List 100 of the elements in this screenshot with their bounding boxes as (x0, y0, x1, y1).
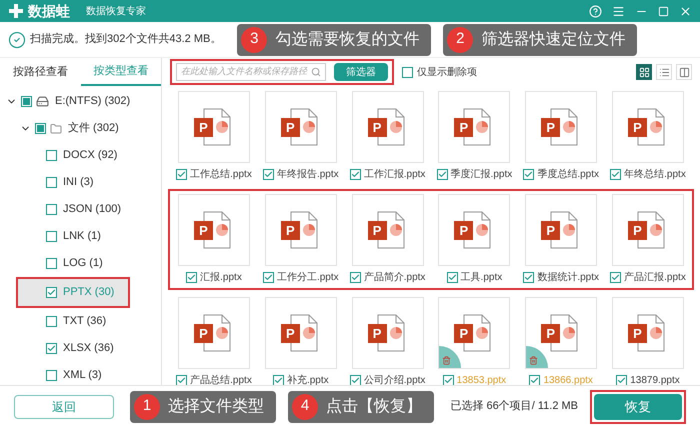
file-thumbnail[interactable]: P (438, 194, 510, 266)
icon-letter: P (194, 221, 213, 240)
checkbox[interactable] (436, 168, 448, 180)
file-thumbnail[interactable]: P (178, 297, 250, 369)
back-button[interactable]: 返回 (14, 394, 114, 418)
file-thumbnail[interactable]: P (178, 194, 250, 266)
checkbox[interactable] (21, 96, 32, 107)
icon-letter: P (541, 118, 560, 137)
tree-item[interactable]: LOG (1) (0, 250, 161, 277)
checkbox[interactable] (272, 374, 284, 386)
filter-button[interactable]: 筛选器 (334, 63, 388, 81)
file-thumbnail[interactable]: P (352, 194, 424, 266)
file-thumbnail[interactable]: P (264, 91, 337, 163)
menu-icon[interactable] (612, 4, 625, 18)
file-name: 13879.pptx (630, 374, 680, 388)
icon-letter: P (454, 324, 474, 343)
step-number-badge: 3 (241, 26, 268, 52)
list-view-icon[interactable] (656, 64, 672, 80)
icon-letter: P (628, 324, 647, 343)
icon-letter: P (280, 324, 300, 343)
file-thumbnail[interactable]: P (612, 91, 684, 163)
file-name: 工作总结.pptx (190, 168, 252, 182)
file-thumbnail[interactable]: P (612, 194, 684, 266)
checkbox[interactable] (46, 258, 57, 269)
tree-item[interactable]: JSON (100) (0, 196, 161, 223)
file-thumbnail[interactable]: P (178, 91, 250, 163)
checkbox[interactable] (46, 177, 57, 188)
file-thumbnail[interactable]: P (438, 297, 510, 369)
tree-item[interactable]: DOCX (92) (0, 142, 161, 169)
file-thumbnail[interactable]: P (264, 194, 337, 266)
icon-letter: P (280, 118, 300, 137)
checkbox[interactable] (46, 231, 57, 242)
file-name: 公司介绍.pptx (364, 374, 426, 388)
checkbox[interactable] (46, 287, 57, 298)
checkbox[interactable] (523, 272, 534, 282)
file-name: 工作汇报.pptx (364, 168, 426, 182)
checkbox[interactable] (262, 272, 274, 282)
tree-item[interactable]: E:(NTFS) (302) (0, 88, 161, 115)
checkbox[interactable] (402, 66, 413, 78)
tree-item[interactable]: TXT (36) (0, 308, 161, 335)
file-thumbnail[interactable]: P (612, 297, 684, 369)
tree-item[interactable]: LNK (1) (0, 223, 161, 250)
checkbox[interactable] (523, 168, 534, 180)
app-subtitle: 数据恢复专家 (86, 4, 146, 18)
drive-icon (36, 95, 49, 108)
file-thumbnail[interactable]: P (525, 297, 598, 369)
view-tab[interactable]: 按类型查看 (80, 58, 161, 86)
columns-view-icon[interactable] (676, 64, 692, 80)
checkbox[interactable] (46, 150, 57, 161)
close-icon[interactable] (679, 4, 692, 18)
search-field[interactable]: 在此处输入文件名称或保存路径 (176, 63, 326, 81)
step-number-badge: 1 (134, 394, 160, 420)
callout-text: 选择文件类型 (168, 396, 264, 416)
checkbox[interactable] (446, 272, 458, 282)
icon-letter: P (368, 324, 387, 343)
checkbox[interactable] (186, 272, 198, 282)
checkbox[interactable] (46, 204, 57, 215)
checkbox[interactable] (350, 168, 361, 180)
tree-item[interactable]: XML (3) (0, 362, 161, 389)
icon-letter: P (541, 324, 560, 343)
file-thumbnail[interactable]: P (525, 91, 598, 163)
checkbox[interactable] (616, 374, 628, 386)
icon-letter: P (368, 221, 387, 240)
icon-letter: P (194, 118, 213, 137)
file-name: 汇报.pptx (200, 270, 242, 284)
checkbox[interactable] (35, 123, 46, 134)
icon-letter: P (628, 221, 647, 240)
checkbox[interactable] (529, 374, 540, 386)
callout-text: 勾选需要恢复的文件 (275, 30, 420, 50)
checkbox[interactable] (176, 168, 188, 180)
checkbox[interactable] (46, 343, 57, 354)
view-tab[interactable]: 按路径查看 (0, 58, 80, 86)
checkbox[interactable] (350, 374, 361, 386)
checkbox[interactable] (46, 370, 57, 381)
checkbox[interactable] (176, 374, 188, 386)
checkbox[interactable] (262, 168, 274, 180)
file-name: 13853.pptx (456, 374, 506, 388)
tree-item[interactable]: PPTX (30) (18, 279, 128, 306)
file-thumbnail[interactable]: P (525, 194, 598, 266)
tree-item[interactable]: INI (3) (0, 169, 161, 196)
file-thumbnail[interactable]: P (352, 297, 424, 369)
file-thumbnail[interactable]: P (352, 91, 424, 163)
maximize-icon[interactable] (658, 6, 669, 16)
search-icon[interactable] (311, 67, 321, 77)
file-name: 数据统计.pptx (537, 270, 600, 284)
grid-view-icon[interactable] (636, 64, 652, 80)
icon-letter: P (628, 118, 647, 137)
checkbox[interactable] (46, 316, 57, 327)
checkbox[interactable] (610, 272, 622, 282)
checkbox[interactable] (350, 272, 361, 282)
recover-button[interactable]: 恢复 (594, 394, 682, 420)
help-icon[interactable] (589, 4, 602, 18)
tree-item[interactable]: 文件 (302) (0, 115, 161, 142)
tree-item[interactable]: XLSX (36) (0, 335, 161, 362)
status-message: 扫描完成。找到302个文件共43.2 MB。 (30, 32, 222, 48)
file-thumbnail[interactable]: P (264, 297, 337, 369)
checkbox[interactable] (442, 374, 454, 386)
selection-summary: 已选择 66个项目/ 11.2 MB (450, 399, 578, 414)
file-thumbnail[interactable]: P (438, 91, 510, 163)
checkbox[interactable] (610, 168, 622, 180)
